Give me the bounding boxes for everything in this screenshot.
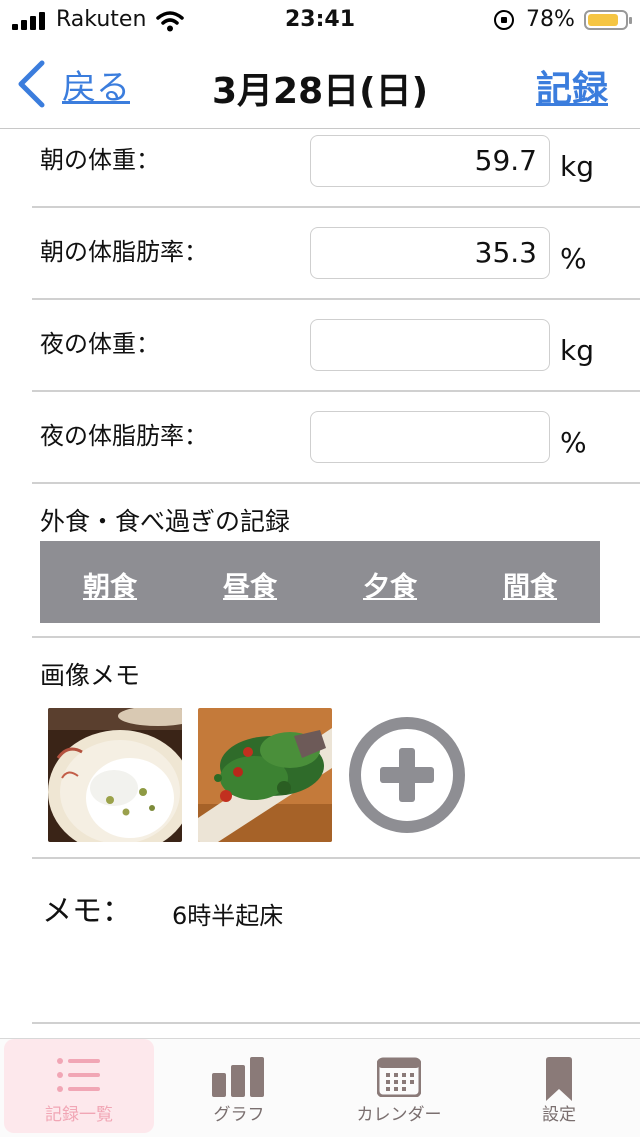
evening-weight-input[interactable] (310, 319, 550, 371)
divider (32, 857, 640, 859)
breakfast-button[interactable]: 朝食 (40, 565, 180, 604)
memo-label: メモ： (42, 894, 132, 929)
tab-record-list-label: 記録一覧 (45, 1105, 113, 1125)
dinner-button[interactable]: 夕食 (320, 565, 460, 604)
tab-calendar[interactable]: カレンダー (324, 1039, 474, 1133)
morning-weight-label: 朝の体重： (40, 146, 160, 174)
save-button[interactable]: 記録 (536, 60, 608, 112)
calendar-icon (377, 1057, 421, 1097)
divider (32, 1022, 640, 1024)
image-memo-title: 画像メモ (40, 661, 141, 690)
divider (32, 636, 640, 638)
evening-body-fat-label: 夜の体脂肪率： (40, 422, 208, 450)
tab-record-list[interactable]: 記録一覧 (4, 1039, 154, 1133)
meal-button-bar: 朝食 昼食 夕食 間食 (40, 541, 600, 623)
tab-graph-label: グラフ (213, 1105, 265, 1125)
bar-chart-icon (212, 1057, 264, 1097)
evening-weight-unit: kg (560, 334, 594, 367)
tab-settings-label: 設定 (542, 1105, 576, 1125)
tab-bar: 記録一覧 グラフ カレンダー 設定 (0, 1038, 640, 1137)
salad-photo-image (198, 708, 332, 842)
tab-settings[interactable]: 設定 (484, 1039, 634, 1133)
list-icon (57, 1058, 100, 1092)
food-photo-salad[interactable] (198, 708, 332, 842)
snack-button[interactable]: 間食 (460, 565, 600, 604)
morning-body-fat-unit: % (560, 242, 587, 275)
morning-weight-row: 朝の体重： 59.7 kg (32, 114, 640, 208)
evening-weight-row: 夜の体重： kg (32, 298, 640, 392)
morning-body-fat-row: 朝の体脂肪率： 35.3 % (32, 206, 640, 300)
tab-calendar-label: カレンダー (356, 1105, 442, 1125)
memo-text[interactable]: 6時半起床 (172, 896, 283, 931)
meals-section-title: 外食・食べ過ぎの記録 (40, 507, 291, 536)
evening-body-fat-unit: % (560, 426, 587, 459)
morning-weight-unit: kg (560, 150, 594, 183)
morning-body-fat-input[interactable]: 35.3 (310, 227, 550, 279)
lunch-button[interactable]: 昼食 (180, 565, 320, 604)
food-photo-rice[interactable] (48, 708, 182, 842)
morning-weight-input[interactable]: 59.7 (310, 135, 550, 187)
add-photo-button[interactable] (348, 716, 466, 834)
orientation-lock-icon (494, 10, 514, 30)
battery-percent: 78% (526, 7, 575, 32)
morning-body-fat-label: 朝の体脂肪率： (40, 238, 208, 266)
battery-icon (584, 10, 632, 30)
evening-body-fat-input[interactable] (310, 411, 550, 463)
evening-body-fat-row: 夜の体脂肪率： % (32, 390, 640, 484)
status-bar: Rakuten 23:41 78% (0, 0, 640, 40)
evening-weight-label: 夜の体重： (40, 330, 160, 358)
rice-photo-image (48, 708, 182, 842)
tab-graph[interactable]: グラフ (164, 1039, 314, 1133)
bookmark-icon (546, 1057, 572, 1101)
